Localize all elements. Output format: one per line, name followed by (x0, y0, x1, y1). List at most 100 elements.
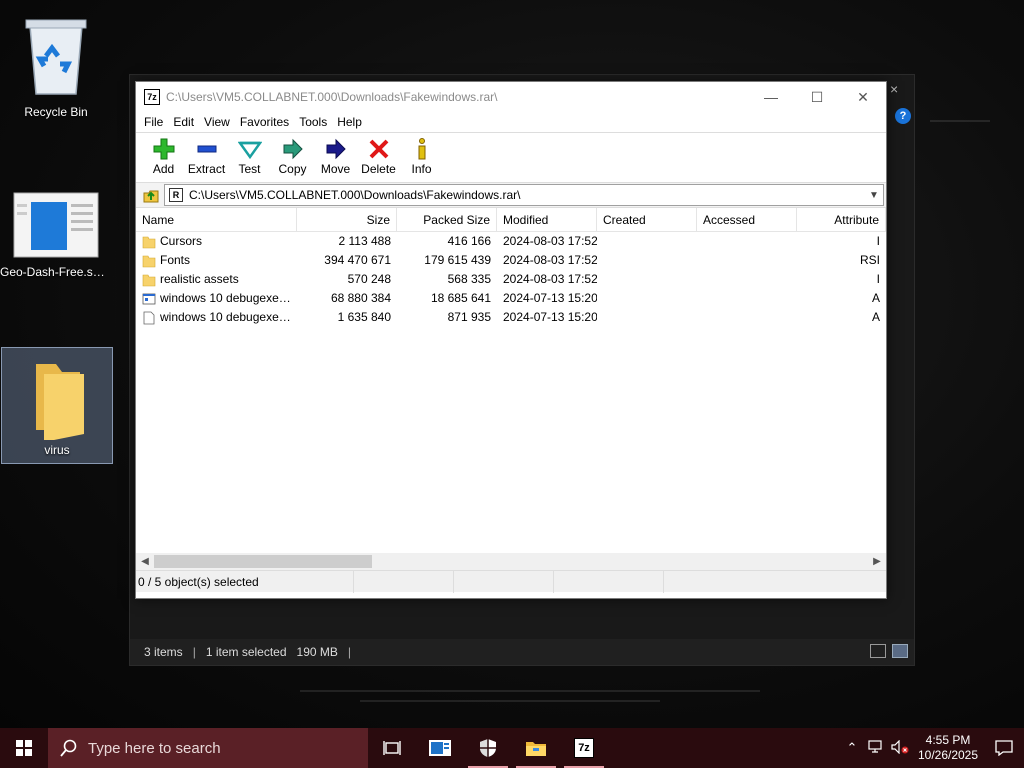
start-button[interactable] (0, 728, 48, 768)
menu-file[interactable]: File (139, 115, 168, 129)
toolbar: Add Extract Test Copy Move Delete Info (136, 132, 886, 182)
separator: | (192, 645, 196, 659)
folder-icon (142, 255, 156, 267)
clock-time: 4:55 PM (925, 733, 971, 747)
large-icons-view-icon[interactable] (892, 644, 908, 658)
explorer-close-button[interactable]: × (890, 81, 898, 97)
taskbar-app-file-explorer[interactable] (512, 728, 560, 768)
minimize-button[interactable]: — (748, 82, 794, 112)
selection-status: 0 / 5 object(s) selected (136, 570, 354, 593)
cell-attributes: I (876, 234, 880, 248)
table-row[interactable]: realistic assets 570 248 568 335 2024-08… (136, 270, 886, 289)
horizontal-scrollbar[interactable]: ◀ ▶ (136, 553, 886, 570)
desktop-icon-virus-folder[interactable]: virus (1, 347, 113, 464)
table-row[interactable]: Cursors 2 113 488 416 166 2024-08-03 17:… (136, 232, 886, 251)
column-header-name[interactable]: Name (136, 208, 297, 232)
chevron-up-icon[interactable]: ⌃ (840, 740, 864, 756)
cell-modified: 2024-07-13 15:20 (503, 310, 597, 324)
column-header-attributes[interactable]: Attribute (797, 208, 886, 232)
scroll-right-icon[interactable]: ▶ (868, 556, 886, 567)
delete-button[interactable]: Delete (357, 133, 400, 176)
notification-center-button[interactable] (984, 728, 1024, 768)
close-button[interactable]: ✕ (840, 82, 886, 112)
cell-modified: 2024-07-13 15:20 (503, 291, 597, 305)
file-name: Fonts (160, 253, 191, 267)
column-header-packed-size[interactable]: Packed Size (397, 208, 497, 232)
7zip-window: 7z C:\Users\VM5.COLLABNET.000\Downloads\… (135, 81, 887, 599)
selected-size: 190 MB (296, 645, 338, 659)
info-button[interactable]: Info (400, 133, 443, 176)
folder-icon (142, 274, 156, 286)
info-icon (418, 138, 425, 160)
view-switcher (870, 644, 908, 658)
clock[interactable]: 4:55 PM 10/26/2025 (912, 733, 984, 763)
file-list: Name Size Packed Size Modified Created A… (136, 208, 886, 570)
table-row[interactable]: windows 10 debugexe.e... 68 880 384 18 6… (136, 289, 886, 308)
status-segment (554, 570, 664, 593)
background-streak (360, 700, 660, 702)
menu-tools[interactable]: Tools (294, 115, 332, 129)
extract-icon (197, 145, 216, 153)
cell-attributes: A (871, 291, 880, 305)
address-field[interactable]: R C:\Users\VM5.COLLABNET.000\Downloads\F… (164, 184, 884, 206)
background-streak (300, 690, 760, 692)
desktop-icon-geo-dash[interactable]: Geo-Dash-Free.sm... (0, 192, 112, 279)
window-title: C:\Users\VM5.COLLABNET.000\Downloads\Fak… (166, 90, 498, 104)
taskbar-search[interactable]: Type here to search (48, 728, 368, 768)
up-folder-button[interactable] (138, 184, 164, 206)
column-header-accessed[interactable]: Accessed (697, 208, 797, 232)
extract-button[interactable]: Extract (185, 133, 228, 176)
scroll-left-icon[interactable]: ◀ (136, 556, 154, 567)
taskbar-app-7zip[interactable]: 7z (560, 728, 608, 768)
help-icon[interactable]: ? (895, 108, 911, 124)
cell-packed-size: 416 166 (447, 234, 491, 248)
scroll-track[interactable] (154, 553, 868, 570)
delete-icon (369, 139, 388, 159)
executable-icon (142, 293, 156, 304)
file-name: windows 10 debugexe.e... (160, 291, 291, 305)
document-thumbnail-icon (13, 192, 99, 258)
cell-size: 68 880 384 (330, 291, 391, 305)
add-button[interactable]: Add (142, 133, 185, 176)
menu-edit[interactable]: Edit (168, 115, 199, 129)
column-header-size[interactable]: Size (297, 208, 397, 232)
volume-muted-icon[interactable] (888, 739, 912, 757)
taskbar-app-news[interactable] (416, 728, 464, 768)
cell-attributes: I (876, 272, 880, 286)
item-count: 3 items (144, 645, 183, 659)
status-segment (454, 570, 554, 593)
menu-view[interactable]: View (199, 115, 235, 129)
cell-size: 394 470 671 (324, 253, 391, 267)
cell-attributes: A (871, 310, 880, 324)
test-label: Test (238, 162, 261, 176)
copy-button[interactable]: Copy (271, 133, 314, 176)
details-view-icon[interactable] (870, 644, 886, 658)
file-name: Cursors (160, 234, 203, 248)
file-name: windows 10 debugexe.p... (160, 310, 291, 324)
cell-packed-size: 871 935 (447, 310, 491, 324)
title-bar[interactable]: 7z C:\Users\VM5.COLLABNET.000\Downloads\… (136, 82, 886, 112)
task-view-icon (383, 741, 401, 755)
maximize-button[interactable]: ☐ (794, 82, 840, 112)
taskbar-app-security[interactable] (464, 728, 512, 768)
desktop-icon-recycle-bin[interactable]: Recycle Bin (0, 8, 112, 119)
chevron-down-icon[interactable]: ▼ (865, 190, 883, 201)
column-header-created[interactable]: Created (597, 208, 697, 232)
desktop-icon-label: virus (44, 443, 70, 457)
column-header-modified[interactable]: Modified (497, 208, 597, 232)
cell-packed-size: 179 615 439 (424, 253, 491, 267)
move-button[interactable]: Move (314, 133, 357, 176)
menu-bar: File Edit View Favorites Tools Help (136, 112, 886, 132)
table-row[interactable]: windows 10 debugexe.p... 1 635 840 871 9… (136, 308, 886, 327)
table-row[interactable]: Fonts 394 470 671 179 615 439 2024-08-03… (136, 251, 886, 270)
news-icon (429, 740, 451, 756)
task-view-button[interactable] (368, 728, 416, 768)
menu-help[interactable]: Help (332, 115, 367, 129)
status-segment (354, 570, 454, 593)
move-label: Move (320, 162, 351, 176)
menu-favorites[interactable]: Favorites (235, 115, 294, 129)
network-icon[interactable] (864, 739, 888, 757)
scroll-thumb[interactable] (154, 555, 372, 568)
test-button[interactable]: Test (228, 133, 271, 176)
add-label: Add (152, 162, 175, 176)
